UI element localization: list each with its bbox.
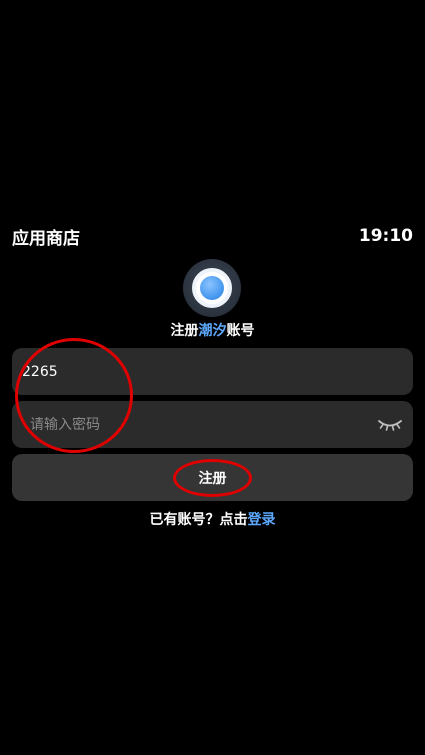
register-button[interactable]: 注册 — [12, 454, 413, 501]
title-suffix: 账号 — [226, 323, 255, 339]
password-field-container — [12, 401, 413, 448]
login-link[interactable]: 登录 — [248, 512, 276, 528]
login-prompt: 已有账号？点击登录 — [0, 509, 425, 529]
login-prompt-text: 已有账号？点击 — [149, 512, 248, 528]
app-name: 应用商店 — [12, 228, 80, 249]
username-input[interactable] — [22, 363, 362, 380]
password-input[interactable] — [30, 416, 370, 433]
status-bar: 应用商店 19:10 — [12, 224, 413, 249]
app-logo-icon — [183, 259, 241, 317]
page-title: 注册潮汐账号 — [0, 320, 425, 340]
username-field-container — [12, 348, 413, 395]
clock-time: 19:10 — [358, 226, 413, 246]
logo-core — [200, 276, 224, 300]
logo-ring — [192, 268, 232, 308]
title-accent: 潮汐 — [198, 323, 227, 339]
eye-closed-icon[interactable] — [377, 413, 403, 435]
title-prefix: 注册 — [170, 323, 199, 339]
